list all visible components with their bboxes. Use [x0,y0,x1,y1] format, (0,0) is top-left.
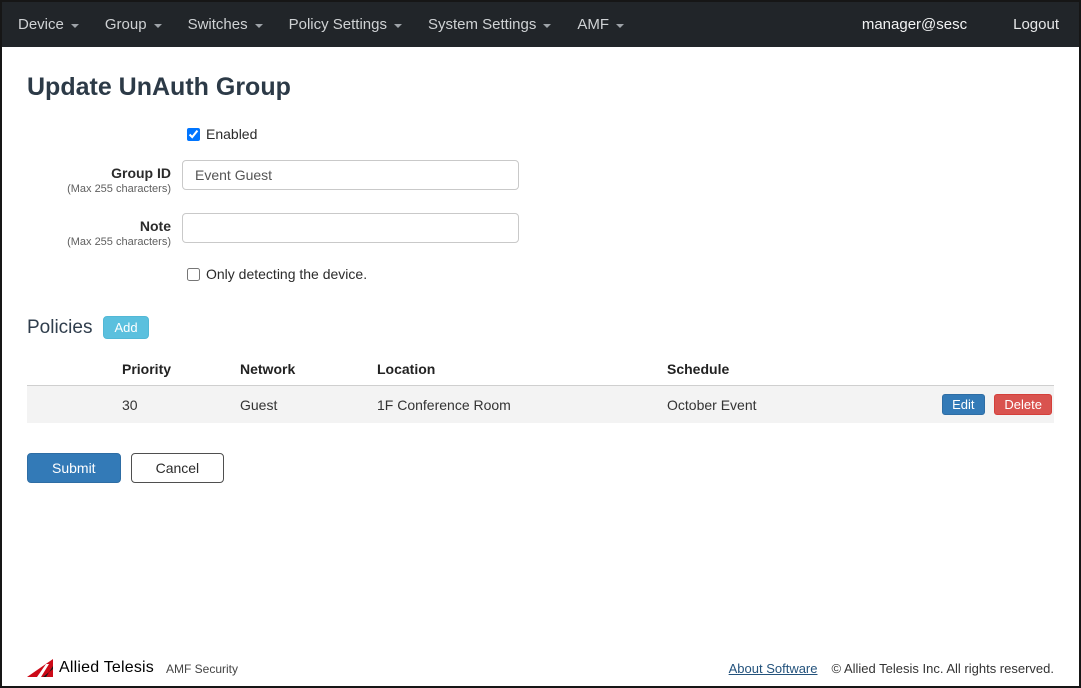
top-navbar: Device Group Switches Policy Settings Sy… [2,2,1079,47]
copyright-text: © Allied Telesis Inc. All rights reserve… [832,661,1055,676]
enabled-checkbox-row: Enabled [187,126,1054,142]
add-policy-button[interactable]: Add [103,316,148,339]
logo-triangle-icon [27,659,53,677]
cell-actions: Edit Delete [942,386,1054,424]
nav-item-label: Device [18,16,64,33]
cell-priority: 30 [122,386,240,424]
detect-only-checkbox-label[interactable]: Only detecting the device. [206,266,367,282]
chevron-down-icon [543,24,551,28]
group-id-input[interactable] [182,160,519,190]
detect-only-checkbox-row: Only detecting the device. [187,266,1054,282]
form-actions: Submit Cancel [27,453,1054,483]
chevron-down-icon [71,24,79,28]
page-title: Update UnAuth Group [27,73,1054,102]
cell-location: 1F Conference Room [377,386,667,424]
policies-table: Priority Network Location Schedule 30 Gu… [27,353,1054,423]
enabled-checkbox[interactable] [187,128,200,141]
edit-policy-button[interactable]: Edit [942,394,984,415]
group-id-hint: (Max 255 characters) [27,182,171,197]
nav-item-label: System Settings [428,16,536,33]
cell-schedule: October Event [667,386,942,424]
header-location: Location [377,353,667,386]
chevron-down-icon [255,24,263,28]
table-header-row: Priority Network Location Schedule [27,353,1054,386]
cell-network: Guest [240,386,377,424]
submit-button[interactable]: Submit [27,453,121,483]
note-input[interactable] [182,213,519,243]
enabled-checkbox-label[interactable]: Enabled [206,126,257,142]
detect-only-checkbox[interactable] [187,268,200,281]
note-row: Note (Max 255 characters) [27,213,1054,250]
policies-header: Policies Add [27,316,1054,339]
nav-item-switches[interactable]: Switches [175,16,276,33]
about-software-link[interactable]: About Software [729,661,818,676]
nav-item-device[interactable]: Device [18,16,92,33]
table-row: 30 Guest 1F Conference Room October Even… [27,386,1054,424]
cancel-button[interactable]: Cancel [131,453,225,483]
note-hint: (Max 255 characters) [27,235,171,250]
product-name: AMF Security [166,662,238,677]
logged-in-user: manager@sesc [862,16,967,33]
group-id-row: Group ID (Max 255 characters) [27,160,1054,197]
cell-gutter [27,386,122,424]
app-window: Device Group Switches Policy Settings Sy… [0,0,1081,688]
main-content: Update UnAuth Group Enabled Group ID (Ma… [2,73,1079,483]
nav-item-system-settings[interactable]: System Settings [415,16,564,33]
note-label: Note [27,218,171,235]
footer: Allied Telesis AMF Security About Softwa… [27,659,1054,677]
header-network: Network [240,353,377,386]
brand-name: Allied Telesis [59,659,154,677]
chevron-down-icon [394,24,402,28]
group-id-label-col: Group ID (Max 255 characters) [27,160,182,197]
header-priority: Priority [122,353,240,386]
group-id-label: Group ID [27,165,171,182]
chevron-down-icon [616,24,624,28]
nav-item-amf[interactable]: AMF [564,16,637,33]
note-label-col: Note (Max 255 characters) [27,213,182,250]
logout-button[interactable]: Logout [1013,16,1063,33]
nav-item-group[interactable]: Group [92,16,175,33]
nav-item-label: Switches [188,16,248,33]
delete-policy-button[interactable]: Delete [994,394,1052,415]
header-schedule: Schedule [667,353,942,386]
nav-item-label: Group [105,16,147,33]
nav-item-policy-settings[interactable]: Policy Settings [276,16,415,33]
allied-telesis-logo: Allied Telesis [27,659,154,677]
policies-heading: Policies [27,317,92,339]
header-gutter [27,353,122,386]
nav-item-label: AMF [577,16,609,33]
chevron-down-icon [154,24,162,28]
header-actions [942,353,1054,386]
nav-item-label: Policy Settings [289,16,387,33]
